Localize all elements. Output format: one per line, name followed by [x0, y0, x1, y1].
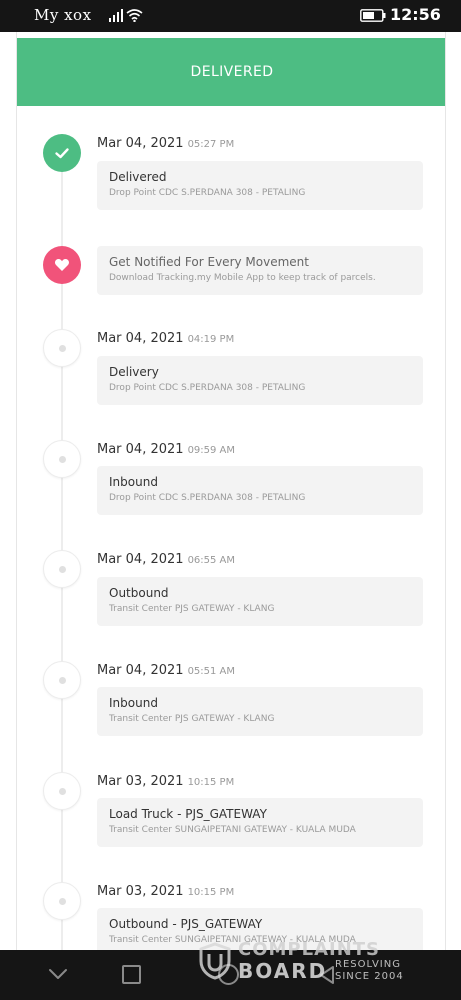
delivery-status: DELIVERED	[190, 64, 274, 80]
event-card: Inbound Transit Center PJS GATEWAY - KLA…	[97, 687, 423, 736]
event-card: Delivery Drop Point CDC S.PERDANA 308 - …	[97, 356, 423, 405]
carrier-name: My xox	[34, 6, 92, 24]
event-location: Drop Point CDC S.PERDANA 308 - PETALING	[109, 493, 306, 503]
watermark-line1: COMPLAINTS	[238, 939, 381, 960]
event-timestamp: Mar 04, 2021 05:27 PM	[97, 136, 234, 151]
tracking-content[interactable]: DELIVERED Mar 04, 2021 05:27 PM Delivered…	[16, 32, 446, 950]
dot-icon	[59, 566, 66, 573]
event-timestamp: Mar 04, 2021 09:59 AM	[97, 442, 235, 457]
clock: 12:56	[390, 5, 441, 24]
notify-title: Get Notified For Every Movement	[109, 255, 309, 269]
event-date: Mar 04, 2021	[97, 331, 184, 346]
event-title: Outbound	[109, 586, 169, 600]
event-card: Delivered Drop Point CDC S.PERDANA 308 -…	[97, 161, 423, 210]
event-timestamp: Mar 03, 2021 10:15 PM	[97, 884, 234, 899]
shield-icon	[199, 942, 231, 980]
back-chevron-icon[interactable]	[48, 967, 68, 981]
event-timestamp: Mar 04, 2021 04:19 PM	[97, 331, 234, 346]
event-location: Drop Point CDC S.PERDANA 308 - PETALING	[109, 188, 306, 198]
heart-icon	[43, 246, 81, 284]
event-date: Mar 04, 2021	[97, 663, 184, 678]
dot-icon	[59, 456, 66, 463]
dot-icon	[59, 345, 66, 352]
timeline-node	[43, 550, 81, 588]
event-location: Transit Center PJS GATEWAY - KLANG	[109, 604, 275, 614]
event-title: Inbound	[109, 696, 158, 710]
event-location: Transit Center PJS GATEWAY - KLANG	[109, 714, 275, 724]
status-banner: DELIVERED	[17, 38, 445, 106]
watermark-tagline-1: RESOLVING	[335, 959, 401, 970]
event-timestamp: Mar 04, 2021 06:55 AM	[97, 552, 235, 567]
event-title: Outbound - PJS_GATEWAY	[109, 917, 263, 931]
battery-icon	[360, 9, 386, 22]
event-title: Delivery	[109, 365, 159, 379]
timeline-node	[43, 661, 81, 699]
event-time: 06:55 AM	[187, 555, 236, 566]
event-title: Inbound	[109, 475, 158, 489]
event-time: 05:27 PM	[187, 139, 235, 150]
timeline-node	[43, 772, 81, 810]
event-date: Mar 04, 2021	[97, 552, 184, 567]
square-icon[interactable]	[122, 965, 141, 984]
timeline-node	[43, 882, 81, 920]
dot-icon	[59, 677, 66, 684]
signal-icon	[109, 9, 123, 22]
event-card: Outbound Transit Center PJS GATEWAY - KL…	[97, 577, 423, 626]
event-timestamp: Mar 04, 2021 05:51 AM	[97, 663, 235, 678]
event-card: Inbound Drop Point CDC S.PERDANA 308 - P…	[97, 466, 423, 515]
event-title: Delivered	[109, 170, 167, 184]
dot-icon	[59, 898, 66, 905]
event-date: Mar 03, 2021	[97, 884, 184, 899]
event-time: 04:19 PM	[187, 334, 235, 345]
watermark-line2: BOARD	[238, 959, 328, 983]
event-date: Mar 03, 2021	[97, 774, 184, 789]
dot-icon	[59, 788, 66, 795]
notify-subtitle: Download Tracking.my Mobile App to keep …	[109, 273, 376, 283]
event-time: 05:51 AM	[187, 666, 236, 677]
event-time: 10:15 PM	[187, 887, 235, 898]
event-date: Mar 04, 2021	[97, 442, 184, 457]
event-date: Mar 04, 2021	[97, 136, 184, 151]
event-location: Drop Point CDC S.PERDANA 308 - PETALING	[109, 383, 306, 393]
event-card: Load Truck - PJS_GATEWAY Transit Center …	[97, 798, 423, 847]
wifi-icon	[126, 9, 143, 22]
watermark: COMPLAINTS BOARD RESOLVING SINCE 2004	[198, 934, 428, 986]
event-timestamp: Mar 03, 2021 10:15 PM	[97, 774, 234, 789]
check-icon	[43, 134, 81, 172]
event-title: Load Truck - PJS_GATEWAY	[109, 807, 267, 821]
timeline-node	[43, 440, 81, 478]
timeline-node	[43, 329, 81, 367]
event-location: Transit Center SUNGAIPETANI GATEWAY - KU…	[109, 825, 356, 835]
event-time: 09:59 AM	[187, 445, 236, 456]
status-bar: My xox 12:56	[0, 0, 461, 32]
watermark-tagline-2: SINCE 2004	[335, 971, 404, 982]
event-time: 10:15 PM	[187, 777, 235, 788]
notify-app-card[interactable]: Get Notified For Every Movement Download…	[97, 246, 423, 295]
